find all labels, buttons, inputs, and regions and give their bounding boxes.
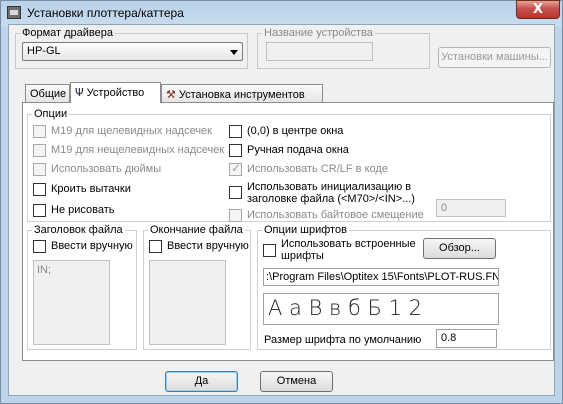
title-bar[interactable]: Установки плоттера/каттера X — [1, 0, 562, 25]
option-m19-slit-checkbox[interactable] — [33, 125, 46, 138]
cancel-button[interactable]: Отмена — [260, 371, 333, 392]
default-font-size-input[interactable]: 0.8 — [436, 329, 497, 348]
chevron-down-icon — [230, 50, 238, 55]
font-preview-box: А а В в б Б 1 2 — [263, 293, 499, 325]
browse-button[interactable]: Обзор... — [423, 238, 496, 259]
close-button[interactable]: X — [516, 0, 560, 19]
option-use-inches-checkbox[interactable] — [33, 163, 46, 176]
option-init-header-label-1: Использовать инициализацию в — [247, 181, 412, 193]
option-origin-center-label: (0,0) в центре окна — [247, 125, 344, 137]
option-m19-slit-label: M19 для щелевидных надсечек — [51, 125, 212, 137]
option-init-header-checkbox[interactable] — [229, 186, 242, 199]
machine-settings-button[interactable]: Установки машины... — [438, 47, 551, 68]
device-name-group: Название устройства — [257, 27, 430, 69]
hammer-icon: ⚒ — [166, 88, 176, 101]
font-builtin-checkbox[interactable] — [263, 244, 276, 257]
font-options-label: Опции шрифтов — [262, 224, 349, 236]
font-options-group: Опции шрифтов Использовать встроенные шр… — [257, 224, 551, 350]
option-cut-darts-label: Кроить вытачки — [51, 183, 131, 195]
file-end-textarea[interactable] — [149, 260, 226, 345]
default-font-size-label: Размер шрифта по умолчанию — [264, 334, 422, 346]
option-no-draw-label: Не рисовать — [51, 204, 115, 216]
font-path-input[interactable]: :\Program Files\Optitex 15\Fonts\PLOT-RU… — [263, 268, 499, 286]
option-origin-center-checkbox[interactable] — [229, 125, 242, 138]
driver-format-value: HP-GL — [27, 45, 61, 57]
option-no-draw-checkbox[interactable] — [33, 204, 46, 217]
device-name-label: Название устройства — [262, 27, 375, 39]
tab-general-label: Общие — [30, 88, 67, 100]
driver-format-label: Формат драйвера — [20, 27, 116, 39]
file-end-label: Окончание файла — [148, 224, 245, 236]
driver-format-select[interactable]: HP-GL — [22, 42, 243, 61]
option-init-header-label-2: заголовке файла (<M70>/<IN>...) — [247, 193, 415, 205]
option-crlf-checkbox[interactable] — [229, 161, 242, 176]
device-name-input[interactable] — [266, 42, 373, 61]
ok-button[interactable]: Да — [165, 371, 238, 392]
device-fork-icon: Ψ — [75, 86, 84, 99]
option-manual-feed-checkbox[interactable] — [229, 144, 242, 157]
byte-offset-input[interactable]: 0 — [436, 199, 506, 217]
tab-tool-setup-label: Установка инструментов — [178, 89, 305, 101]
tab-device[interactable]: Ψ Устройство — [70, 82, 161, 103]
options-label: Опции — [32, 108, 70, 120]
file-header-label: Заголовок файла — [32, 224, 125, 236]
file-end-group: Окончание файла Ввести вручную — [143, 224, 251, 350]
option-m19-nonslit-label: M19 для нещелевидных надсечек — [51, 144, 225, 156]
file-header-manual-label: Ввести вручную — [51, 240, 133, 252]
driver-format-group: Формат драйвера HP-GL — [15, 27, 248, 69]
file-header-group: Заголовок файла Ввести вручную IN; — [27, 224, 137, 350]
dialog-client: Формат драйвера HP-GL Название устройств… — [8, 24, 555, 396]
tab-tool-setup[interactable]: ⚒ Установка инструментов — [161, 84, 323, 103]
font-builtin-label-1: Использовать встроенные — [281, 238, 416, 250]
option-crlf-label: Использовать CR/LF в коде — [247, 163, 388, 175]
option-manual-feed-label: Ручная подача окна — [247, 144, 349, 156]
file-header-textarea[interactable]: IN; — [33, 260, 110, 345]
option-byte-offset-checkbox[interactable] — [229, 209, 242, 222]
file-end-manual-label: Ввести вручную — [167, 240, 249, 252]
font-builtin-label-2: шрифты — [281, 250, 324, 262]
file-header-manual-checkbox[interactable] — [33, 240, 46, 253]
option-use-inches-label: Использовать дюймы — [51, 163, 162, 175]
option-byte-offset-label: Использовать байтовое смещение — [247, 209, 424, 221]
options-group: Опции M19 для щелевидных надсечек M19 дл… — [27, 108, 551, 222]
tab-general[interactable]: Общие — [25, 84, 70, 103]
option-m19-nonslit-checkbox[interactable] — [33, 144, 46, 157]
font-preview-text: А а В в б Б 1 2 — [268, 296, 422, 320]
file-end-manual-checkbox[interactable] — [149, 240, 162, 253]
window-title: Установки плоттера/каттера — [27, 6, 184, 20]
plotter-app-icon — [7, 6, 21, 19]
option-cut-darts-checkbox[interactable] — [33, 183, 46, 196]
tab-device-label: Устройство — [86, 87, 145, 99]
